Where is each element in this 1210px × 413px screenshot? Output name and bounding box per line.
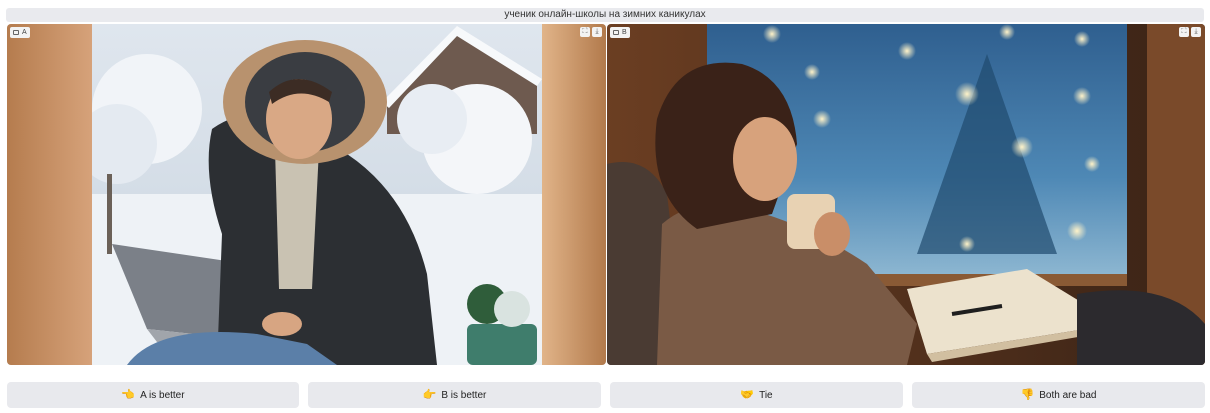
panel-label-b: B (610, 27, 630, 38)
panel-label-text-b: B (622, 29, 627, 36)
image-icon (613, 30, 619, 35)
panel-label-text-a: A (22, 29, 27, 36)
image-panel-a[interactable]: A ⛶ ⤓ (7, 24, 606, 365)
download-icon[interactable]: ⤓ (1191, 27, 1201, 37)
generated-image-b (607, 24, 1205, 365)
handshake-icon: 🤝 (740, 388, 755, 401)
both-are-bad-label: Both are bad (1039, 389, 1097, 401)
a-is-better-label: A is better (140, 389, 185, 401)
generated-image-a (7, 24, 606, 365)
prompt-text: ученик онлайн-школы на зимних каникулах (6, 8, 1204, 22)
panel-label-a: A (10, 27, 30, 38)
tie-button[interactable]: 🤝 Tie (610, 382, 903, 408)
image-panel-b[interactable]: B ⛶ ⤓ (607, 24, 1205, 365)
b-is-better-label: B is better (441, 389, 487, 401)
a-is-better-button[interactable]: 👈 A is better (7, 382, 299, 408)
fullscreen-icon[interactable]: ⛶ (580, 27, 590, 37)
pointing-right-hand-icon: 👉 (422, 388, 437, 401)
panel-a-controls: ⛶ ⤓ (580, 27, 602, 37)
both-are-bad-button[interactable]: 👎 Both are bad (912, 382, 1205, 408)
pointing-left-hand-icon: 👈 (121, 388, 136, 401)
panel-b-controls: ⛶ ⤓ (1179, 27, 1201, 37)
fullscreen-icon[interactable]: ⛶ (1179, 27, 1189, 37)
download-icon[interactable]: ⤓ (592, 27, 602, 37)
tie-label: Tie (759, 389, 773, 401)
thumbs-down-icon: 👎 (1020, 388, 1035, 401)
b-is-better-button[interactable]: 👉 B is better (308, 382, 601, 408)
image-icon (13, 30, 19, 35)
